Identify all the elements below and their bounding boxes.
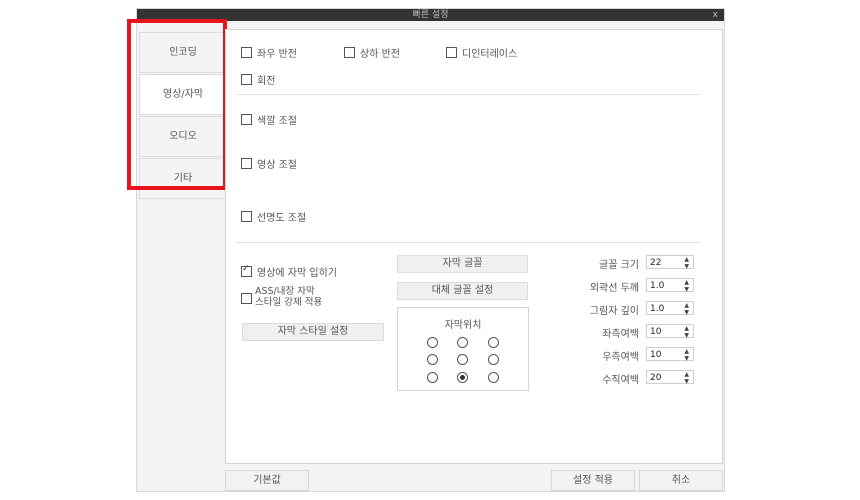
- color-adjust-label: 색깔 조절: [257, 116, 297, 127]
- outline-width-label: 외곽선 두께: [589, 283, 639, 294]
- checkbox-box[interactable]: [241, 74, 252, 85]
- sharpness-adjust-label: 선명도 조절: [257, 213, 307, 224]
- subtitle-font-button[interactable]: 자막 글꼴: [397, 255, 528, 273]
- checkbox-box[interactable]: [241, 158, 252, 169]
- settings-panel: 좌우 반전 상하 반전 디인터레이스 회전 색깔 조절 영상 조절 선명도 조절…: [225, 29, 723, 464]
- margin-vertical-label: 수직여백: [602, 375, 639, 386]
- outline-width-value: 1.0: [650, 281, 665, 291]
- shadow-depth-value: 1.0: [650, 304, 665, 314]
- position-bottom-right-radio[interactable]: [488, 372, 499, 383]
- position-bottom-left-radio[interactable]: [427, 372, 438, 383]
- ass-force-label-line1: ASS/내장 자막: [255, 286, 315, 297]
- spin-arrows-icon[interactable]: ▲ ▼: [684, 371, 689, 385]
- flip-vertical-label: 상하 반전: [360, 49, 400, 60]
- checkbox-box[interactable]: [446, 47, 457, 58]
- burn-in-subtitle-checkbox[interactable]: 영상에 자막 입히기: [241, 264, 337, 279]
- deinterlace-label: 디인터레이스: [462, 49, 518, 60]
- margin-vertical-spinbox[interactable]: 20 ▲ ▼: [646, 370, 694, 385]
- spin-arrows-icon[interactable]: ▲ ▼: [684, 348, 689, 362]
- spin-arrows-icon[interactable]: ▲ ▼: [684, 325, 689, 339]
- position-top-center-radio[interactable]: [457, 337, 468, 348]
- margin-right-spinbox[interactable]: 10 ▲ ▼: [646, 347, 694, 362]
- apply-settings-button[interactable]: 설정 적용: [551, 470, 635, 491]
- window-title: 빠른 설정: [412, 10, 449, 20]
- position-middle-right-radio[interactable]: [488, 354, 499, 365]
- margin-left-label: 좌측여백: [602, 329, 639, 340]
- checkbox-box[interactable]: [241, 114, 252, 125]
- shadow-depth-spinbox[interactable]: 1.0 ▲ ▼: [646, 301, 694, 316]
- burn-in-subtitle-label: 영상에 자막 입히기: [257, 268, 337, 279]
- margin-vertical-value: 20: [650, 373, 662, 383]
- color-adjust-checkbox[interactable]: 색깔 조절: [241, 112, 297, 127]
- shadow-depth-label: 그림자 깊이: [589, 306, 639, 317]
- alt-font-settings-button[interactable]: 대체 글꼴 설정: [397, 282, 528, 300]
- image-adjust-label: 영상 조절: [257, 160, 297, 171]
- divider: [236, 94, 701, 95]
- position-middle-center-radio[interactable]: [457, 354, 468, 365]
- checkbox-box[interactable]: [241, 47, 252, 58]
- spin-arrows-icon[interactable]: ▲ ▼: [684, 302, 689, 316]
- close-icon[interactable]: x: [713, 9, 718, 21]
- ass-force-style-checkbox[interactable]: ASS/내장 자막 스타일 강제 적용: [241, 286, 322, 308]
- subtitle-position-group: 자막위치: [397, 307, 529, 391]
- checkbox-box-checked[interactable]: [241, 264, 252, 277]
- checkbox-box[interactable]: [241, 211, 252, 222]
- deinterlace-checkbox[interactable]: 디인터레이스: [446, 45, 517, 60]
- flip-vertical-checkbox[interactable]: 상하 반전: [344, 45, 400, 60]
- sidebar-highlight-box: [127, 19, 227, 190]
- margin-right-label: 우측여백: [602, 352, 639, 363]
- position-top-left-radio[interactable]: [427, 337, 438, 348]
- spin-arrows-icon[interactable]: ▲ ▼: [684, 279, 689, 293]
- subtitle-position-title: 자막위치: [444, 320, 482, 331]
- position-middle-left-radio[interactable]: [427, 354, 438, 365]
- rotate-label: 회전: [257, 76, 276, 87]
- checkbox-box[interactable]: [241, 293, 252, 304]
- margin-right-value: 10: [650, 350, 662, 360]
- margin-left-spinbox[interactable]: 10 ▲ ▼: [646, 324, 694, 339]
- default-button[interactable]: 기본값: [225, 470, 309, 491]
- margin-left-value: 10: [650, 327, 662, 337]
- flip-horizontal-label: 좌우 반전: [257, 49, 297, 60]
- flip-horizontal-checkbox[interactable]: 좌우 반전: [241, 45, 297, 60]
- position-top-right-radio[interactable]: [488, 337, 499, 348]
- ass-force-label-line2: 스타일 강제 적용: [255, 297, 323, 308]
- font-size-label: 글꼴 크기: [599, 260, 639, 271]
- font-size-spinbox[interactable]: 22 ▲ ▼: [646, 255, 694, 270]
- divider: [236, 242, 701, 243]
- cancel-button[interactable]: 취소: [639, 470, 723, 491]
- rotate-checkbox[interactable]: 회전: [241, 72, 275, 87]
- sharpness-adjust-checkbox[interactable]: 선명도 조절: [241, 209, 306, 224]
- image-adjust-checkbox[interactable]: 영상 조절: [241, 156, 297, 171]
- subtitle-style-settings-button[interactable]: 자막 스타일 설정: [242, 323, 384, 341]
- checkbox-box[interactable]: [344, 47, 355, 58]
- outline-width-spinbox[interactable]: 1.0 ▲ ▼: [646, 278, 694, 293]
- position-bottom-center-radio[interactable]: [457, 372, 468, 383]
- font-size-value: 22: [650, 258, 662, 268]
- spin-arrows-icon[interactable]: ▲ ▼: [684, 256, 689, 270]
